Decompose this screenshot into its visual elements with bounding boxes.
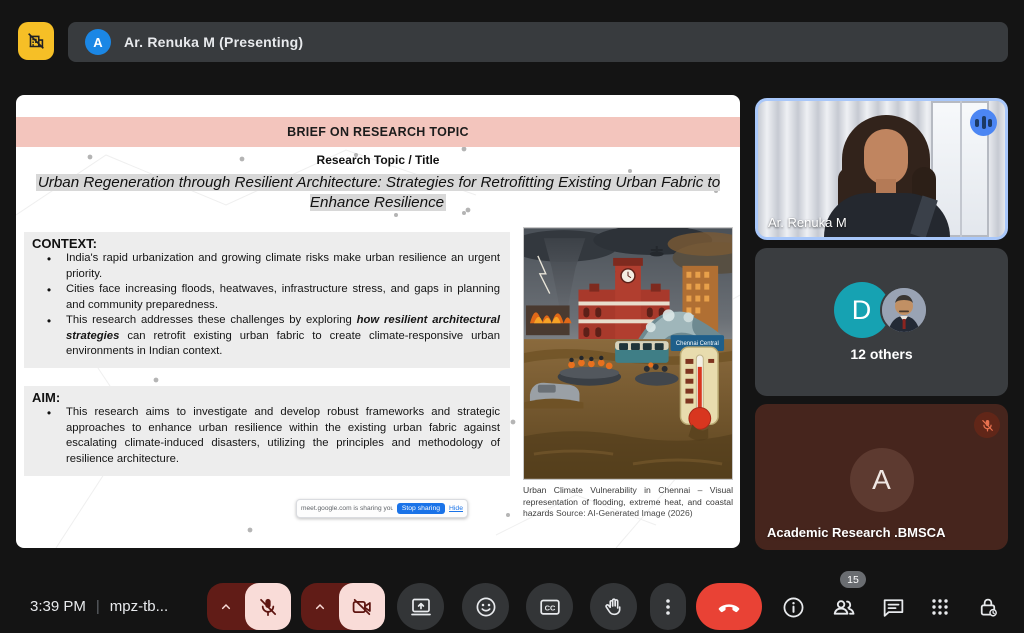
end-call-button[interactable] [696,583,762,630]
share-message: meet.google.com is sharing your screen. [301,505,393,512]
slide-heading: Research Topic / Title [16,153,740,167]
emoji-icon [474,595,498,619]
presenting-banner[interactable]: A Ar. Renuka M (Presenting) [68,22,1008,62]
audio-level-icon [970,109,997,136]
chennai-central-sign: Chennai Central [676,341,719,347]
mic-control-group [207,583,291,630]
stacked-avatars: D [834,282,930,338]
research-title: Urban Regeneration through Resilient Arc… [20,173,736,213]
mic-off-button[interactable] [245,583,291,630]
camera-off-button[interactable] [339,583,385,630]
list-item: Cities face increasing floods, heatwaves… [32,282,500,313]
host-controls-lock-icon [976,595,1001,620]
hide-link[interactable]: Hide [449,505,463,512]
avatar-photo [880,286,928,334]
figure-caption: Urban Climate Vulnerability in Chennai –… [523,485,733,520]
presentation-disabled-icon [25,30,47,52]
video-tile-presenter[interactable]: Ar. Renuka M [755,98,1008,240]
list-item: India's rapid urbanization and growing c… [32,251,500,282]
svg-text:CC: CC [544,603,555,612]
list-item: This research addresses these challenges… [32,313,500,360]
presenting-label: Ar. Renuka M (Presenting) [124,34,303,50]
stop-presentation-chip[interactable] [18,22,54,60]
clock-time: 3:39 PM [30,598,86,615]
aim-box: AIM: This research aims to investigate a… [24,386,510,476]
meeting-details-button[interactable] [775,589,811,625]
participant-count-badge: 15 [840,571,866,588]
people-icon [831,594,857,620]
screen-share-notification: meet.google.com is sharing your screen. … [296,499,468,518]
presenter-avatar: A [85,29,111,55]
mic-options-chevron[interactable] [207,599,245,615]
top-bar: A Ar. Renuka M (Presenting) [0,0,1024,80]
slide-banner-text: BRIEF ON RESEARCH TOPIC [287,125,469,139]
participant-tile-academic[interactable]: A Academic Research .BMSCA [755,404,1008,550]
more-options-icon [658,595,678,619]
participant-name-label: Academic Research .BMSCA [767,525,945,540]
chat-icon [881,595,906,620]
others-count-label: 12 others [850,346,912,362]
disaster-illustration: Chennai Central [523,227,733,480]
bottom-control-bar: 3:39 PM | mpz-tb... [0,580,1024,633]
apps-grid-icon [928,595,952,619]
slide-figure: Chennai Central Urban Climate Vulnerabil… [523,227,733,520]
mic-off-icon [257,596,279,618]
mic-off-icon [974,412,1000,438]
present-screen-button[interactable] [397,583,444,630]
present-screen-icon [409,595,433,619]
meeting-code: mpz-tb... [110,598,168,615]
shared-presentation-slide: BRIEF ON RESEARCH TOPIC Research Topic /… [16,95,740,548]
people-button[interactable] [826,589,862,625]
others-tile[interactable]: D 12 others [755,248,1008,396]
camera-control-group [301,583,385,630]
avatar-a: A [850,448,914,512]
google-meet-window: A Ar. Renuka M (Presenting) BRIEF ON RE [0,0,1024,633]
more-options-button[interactable] [650,583,686,630]
reactions-button[interactable] [462,583,509,630]
captions-icon: CC [538,595,562,619]
context-box: CONTEXT: India's rapid urbanization and … [24,232,510,368]
camera-options-chevron[interactable] [301,599,339,615]
context-label: CONTEXT: [32,236,500,251]
stop-sharing-button[interactable]: Stop sharing [397,503,445,514]
camera-off-icon [351,596,373,618]
end-call-icon [716,594,742,620]
list-item: This research aims to investigate and de… [32,405,500,467]
info-icon [781,595,806,620]
raise-hand-icon [602,595,626,619]
slide-banner: BRIEF ON RESEARCH TOPIC [16,117,740,147]
captions-button[interactable]: CC [526,583,573,630]
activities-button[interactable] [922,589,958,625]
aim-label: AIM: [32,390,500,405]
chat-button[interactable] [875,589,911,625]
host-controls-button[interactable] [970,589,1006,625]
raise-hand-button[interactable] [590,583,637,630]
presenter-name-label: Ar. Renuka M [768,215,847,230]
